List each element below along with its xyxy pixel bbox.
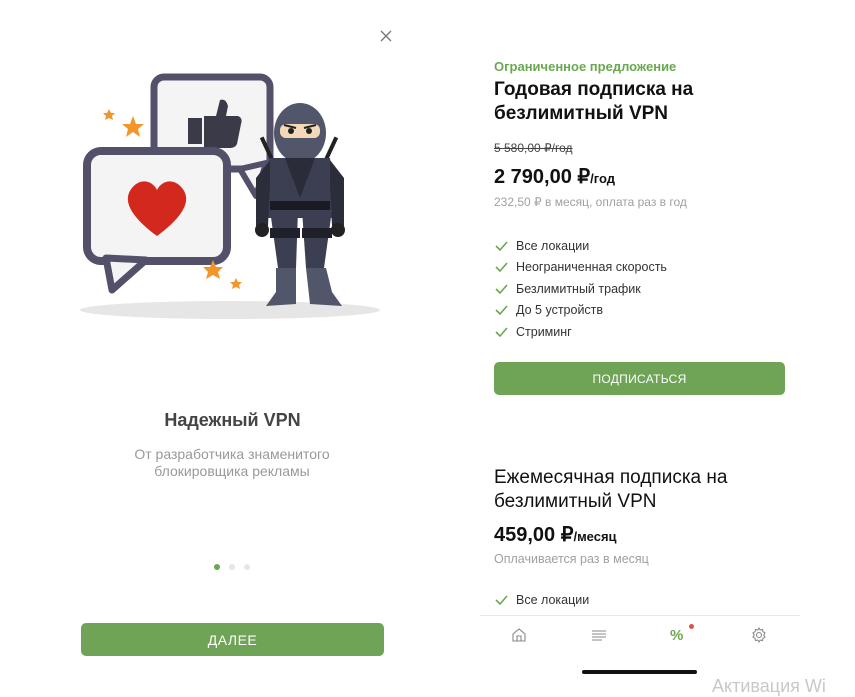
- monthly-price-value: 459,00 ₽: [494, 524, 574, 546]
- feature-item: Неограниченная скорость: [494, 257, 667, 279]
- feature-item: Все локации: [494, 235, 667, 257]
- monthly-plan-title: Ежемесячная подписка на безлимитный VPN: [494, 467, 728, 512]
- tab-bar: %: [480, 615, 800, 656]
- close-button[interactable]: [376, 26, 396, 46]
- check-icon: [495, 305, 508, 316]
- feature-item: Безлимитный трафик: [494, 278, 667, 300]
- annual-plan-title: Годовая подписка на безлимитный VPN: [494, 79, 694, 124]
- annual-price-value: 2 790,00 ₽: [494, 166, 591, 188]
- home-indicator[interactable]: [582, 670, 697, 674]
- annual-price: 2 790,00 ₽/год: [494, 164, 615, 189]
- feature-label: Стриминг: [516, 324, 572, 339]
- home-icon: [512, 628, 526, 642]
- tab-offers[interactable]: %: [670, 624, 694, 648]
- monthly-price: 459,00 ₽/месяц: [494, 522, 617, 547]
- pager-dot[interactable]: [244, 564, 250, 570]
- pager-dot[interactable]: [229, 564, 235, 570]
- monthly-price-note: Оплачивается раз в месяц: [494, 552, 649, 566]
- tab-settings[interactable]: [750, 626, 772, 648]
- close-icon: [380, 30, 392, 42]
- next-button[interactable]: ДАЛЕЕ: [81, 623, 384, 656]
- feature-label: Все локации: [516, 238, 590, 253]
- pager-dots: [214, 564, 250, 570]
- subscribe-button[interactable]: ПОДПИСАТЬСЯ: [494, 362, 785, 395]
- monthly-features-list: Все локации: [494, 589, 589, 610]
- check-icon: [495, 594, 508, 605]
- feature-item: Стриминг: [494, 321, 667, 343]
- tab-list[interactable]: [590, 626, 612, 648]
- offer-label: Ограниченное предложение: [494, 59, 677, 74]
- promo-subtitle: От разработчика знаменитого блокировщика…: [134, 446, 330, 479]
- feature-label: Неограниченная скорость: [516, 260, 667, 275]
- feature-label: Все локации: [516, 592, 590, 607]
- feature-label: До 5 устройств: [516, 303, 604, 318]
- monthly-price-unit: /месяц: [573, 529, 617, 544]
- annual-features-list: Все локации Неограниченная скорость Безл…: [494, 235, 667, 343]
- feature-item: Все локации: [494, 589, 589, 610]
- feature-label: Безлимитный трафик: [516, 281, 641, 296]
- check-icon: [495, 262, 508, 273]
- tab-home[interactable]: [510, 626, 532, 648]
- notification-badge: [689, 624, 694, 629]
- check-icon: [495, 284, 508, 294]
- annual-old-price: 5 580,00 ₽/год: [494, 141, 573, 155]
- promo-title: Надежный VPN: [164, 410, 301, 430]
- annual-price-note: 232,50 ₽ в месяц, оплата раз в год: [494, 195, 687, 209]
- gear-icon: [752, 627, 766, 643]
- pager-dot-active[interactable]: [214, 564, 220, 570]
- ninja-illustration: [70, 68, 400, 328]
- check-icon: [495, 327, 508, 337]
- annual-price-unit: /год: [590, 171, 616, 186]
- feature-item: До 5 устройств: [494, 300, 667, 322]
- list-icon: [592, 630, 606, 641]
- activation-watermark: Активация Wi: [712, 676, 826, 696]
- check-icon: [495, 241, 508, 251]
- percent-icon: %: [670, 627, 684, 644]
